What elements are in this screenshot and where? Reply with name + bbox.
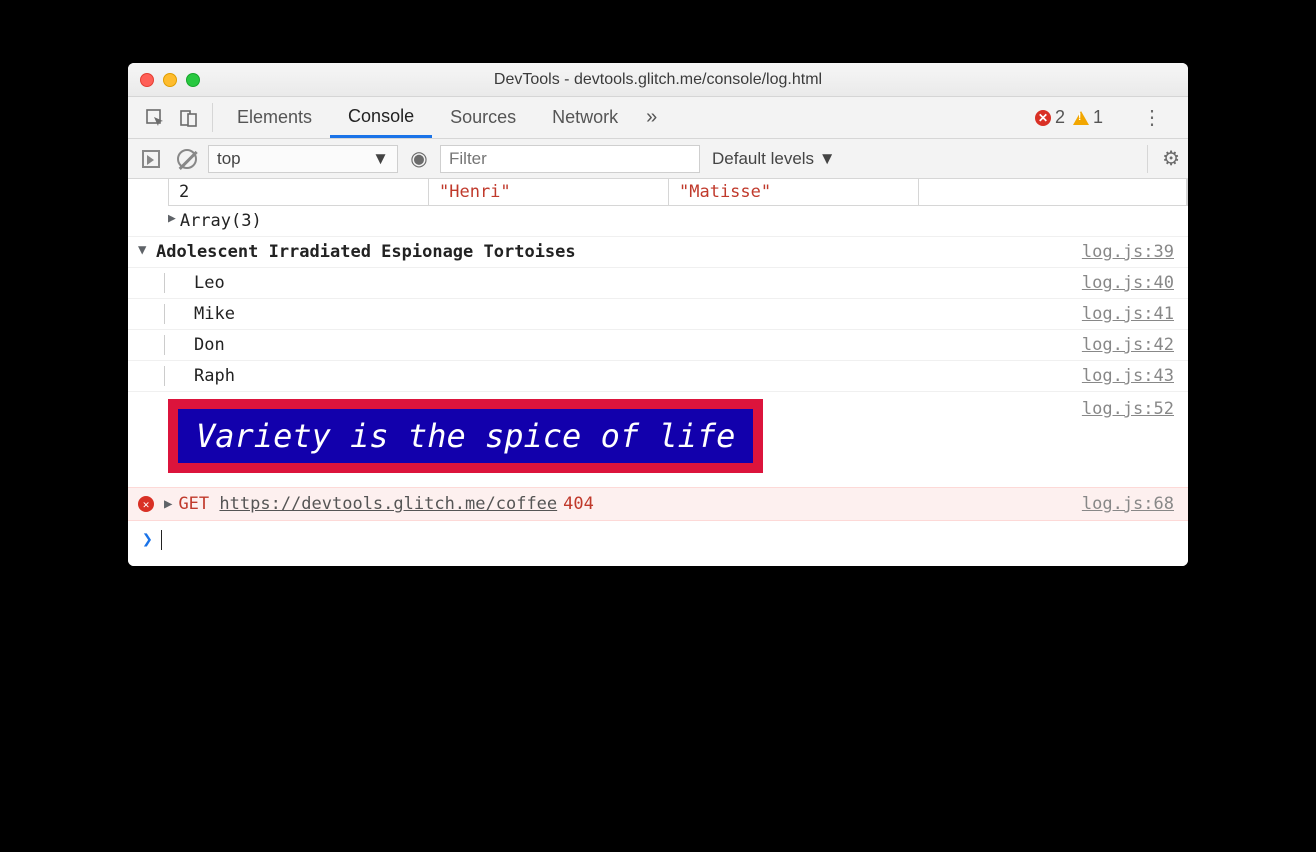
- array-summary-row[interactable]: ▶ Array(3): [128, 206, 1188, 237]
- divider: [212, 103, 213, 132]
- group-indent-bar: [164, 304, 168, 324]
- group-indent-bar: [164, 273, 168, 293]
- levels-label: Default levels ▼: [712, 149, 836, 169]
- console-settings-icon[interactable]: ⚙: [1147, 145, 1180, 173]
- error-count-badge[interactable]: ✕ 2: [1035, 107, 1065, 128]
- group-indent-bar: [164, 335, 168, 355]
- expand-caret-icon: ▶: [168, 211, 176, 231]
- cell-first-name: "Henri": [439, 182, 511, 202]
- warning-count: 1: [1093, 107, 1103, 128]
- panel-tabbar: Elements Console Sources Network » ✕ 2 1…: [128, 97, 1188, 139]
- source-link[interactable]: log.js:41: [1082, 304, 1174, 324]
- console-body: 2 "Henri" "Matisse" ▶ Array(3) ▼ Adolesc…: [128, 179, 1188, 566]
- log-message: Leo: [194, 273, 1082, 293]
- console-log-row[interactable]: Raph log.js:43: [128, 361, 1188, 392]
- log-message: Don: [194, 335, 1082, 355]
- cell-last-name: "Matisse": [679, 182, 771, 202]
- error-url[interactable]: https://devtools.glitch.me/coffee: [219, 494, 557, 514]
- tab-sources[interactable]: Sources: [432, 97, 534, 138]
- log-level-select[interactable]: Default levels ▼: [706, 149, 842, 169]
- console-log-row[interactable]: Leo log.js:40: [128, 268, 1188, 299]
- zoom-window-button[interactable]: [186, 73, 200, 87]
- error-icon: ✕: [138, 496, 154, 512]
- source-link[interactable]: log.js:40: [1082, 273, 1174, 293]
- expand-caret-icon: ▶: [164, 496, 172, 512]
- live-expression-icon[interactable]: ◉: [404, 145, 434, 173]
- console-log-row[interactable]: Don log.js:42: [128, 330, 1188, 361]
- console-error-row[interactable]: ✕ ▶ GET https://devtools.glitch.me/coffe…: [128, 487, 1188, 521]
- styled-log-row[interactable]: Variety is the spice of life log.js:52: [128, 392, 1188, 487]
- window-title: DevTools - devtools.glitch.me/console/lo…: [128, 71, 1188, 89]
- console-toolbar: top ▼ ◉ Default levels ▼ ⚙: [128, 139, 1188, 179]
- traffic-lights: [140, 73, 200, 87]
- source-link[interactable]: log.js:43: [1082, 366, 1174, 386]
- error-count: 2: [1055, 107, 1065, 128]
- close-window-button[interactable]: [140, 73, 154, 87]
- tab-elements[interactable]: Elements: [219, 97, 330, 138]
- tab-console[interactable]: Console: [330, 97, 432, 138]
- window-titlebar: DevTools - devtools.glitch.me/console/lo…: [128, 63, 1188, 97]
- collapse-caret-icon: ▼: [138, 242, 146, 258]
- devtools-window: DevTools - devtools.glitch.me/console/lo…: [128, 63, 1188, 566]
- styled-log-message: Variety is the spice of life: [168, 399, 763, 473]
- prompt-chevron-icon: ❯: [142, 529, 153, 550]
- warning-icon: [1073, 111, 1089, 125]
- error-icon: ✕: [1035, 110, 1051, 126]
- table-row[interactable]: 2 "Henri" "Matisse": [168, 179, 1188, 206]
- array-summary-text: Array(3): [180, 211, 262, 231]
- chevron-down-icon: ▼: [372, 149, 389, 169]
- source-link[interactable]: log.js:39: [1082, 242, 1174, 262]
- minimize-window-button[interactable]: [163, 73, 177, 87]
- log-message: Mike: [194, 304, 1082, 324]
- console-group-header[interactable]: ▼ Adolescent Irradiated Espionage Tortoi…: [128, 237, 1188, 268]
- log-message: Raph: [194, 366, 1082, 386]
- filter-input-wrapper[interactable]: [440, 145, 700, 173]
- tab-network[interactable]: Network: [534, 97, 636, 138]
- source-link[interactable]: log.js:68: [1082, 494, 1174, 514]
- group-indent-bar: [164, 366, 168, 386]
- settings-menu-button[interactable]: ⋮: [1132, 105, 1172, 130]
- cell-empty: [919, 179, 1187, 205]
- device-toolbar-icon[interactable]: [172, 97, 206, 138]
- text-cursor: [161, 530, 162, 550]
- console-table: 2 "Henri" "Matisse": [128, 179, 1188, 206]
- inspect-element-icon[interactable]: [138, 97, 172, 138]
- group-title: Adolescent Irradiated Espionage Tortoise…: [156, 242, 1082, 262]
- cell-index: 2: [169, 179, 429, 205]
- execution-context-select[interactable]: top ▼: [208, 145, 398, 173]
- console-prompt[interactable]: ❯: [128, 521, 1188, 566]
- http-status: 404: [563, 494, 594, 514]
- warning-count-badge[interactable]: 1: [1073, 107, 1103, 128]
- source-link[interactable]: log.js:52: [1082, 399, 1174, 419]
- more-tabs-button[interactable]: »: [636, 97, 667, 138]
- toggle-sidebar-icon[interactable]: [136, 145, 166, 173]
- console-log-row[interactable]: Mike log.js:41: [128, 299, 1188, 330]
- source-link[interactable]: log.js:42: [1082, 335, 1174, 355]
- context-value: top: [217, 149, 241, 169]
- filter-input[interactable]: [449, 149, 691, 169]
- http-method: GET: [178, 494, 209, 514]
- status-area: ✕ 2 1 ⋮: [1035, 97, 1178, 138]
- clear-console-icon[interactable]: [172, 145, 202, 173]
